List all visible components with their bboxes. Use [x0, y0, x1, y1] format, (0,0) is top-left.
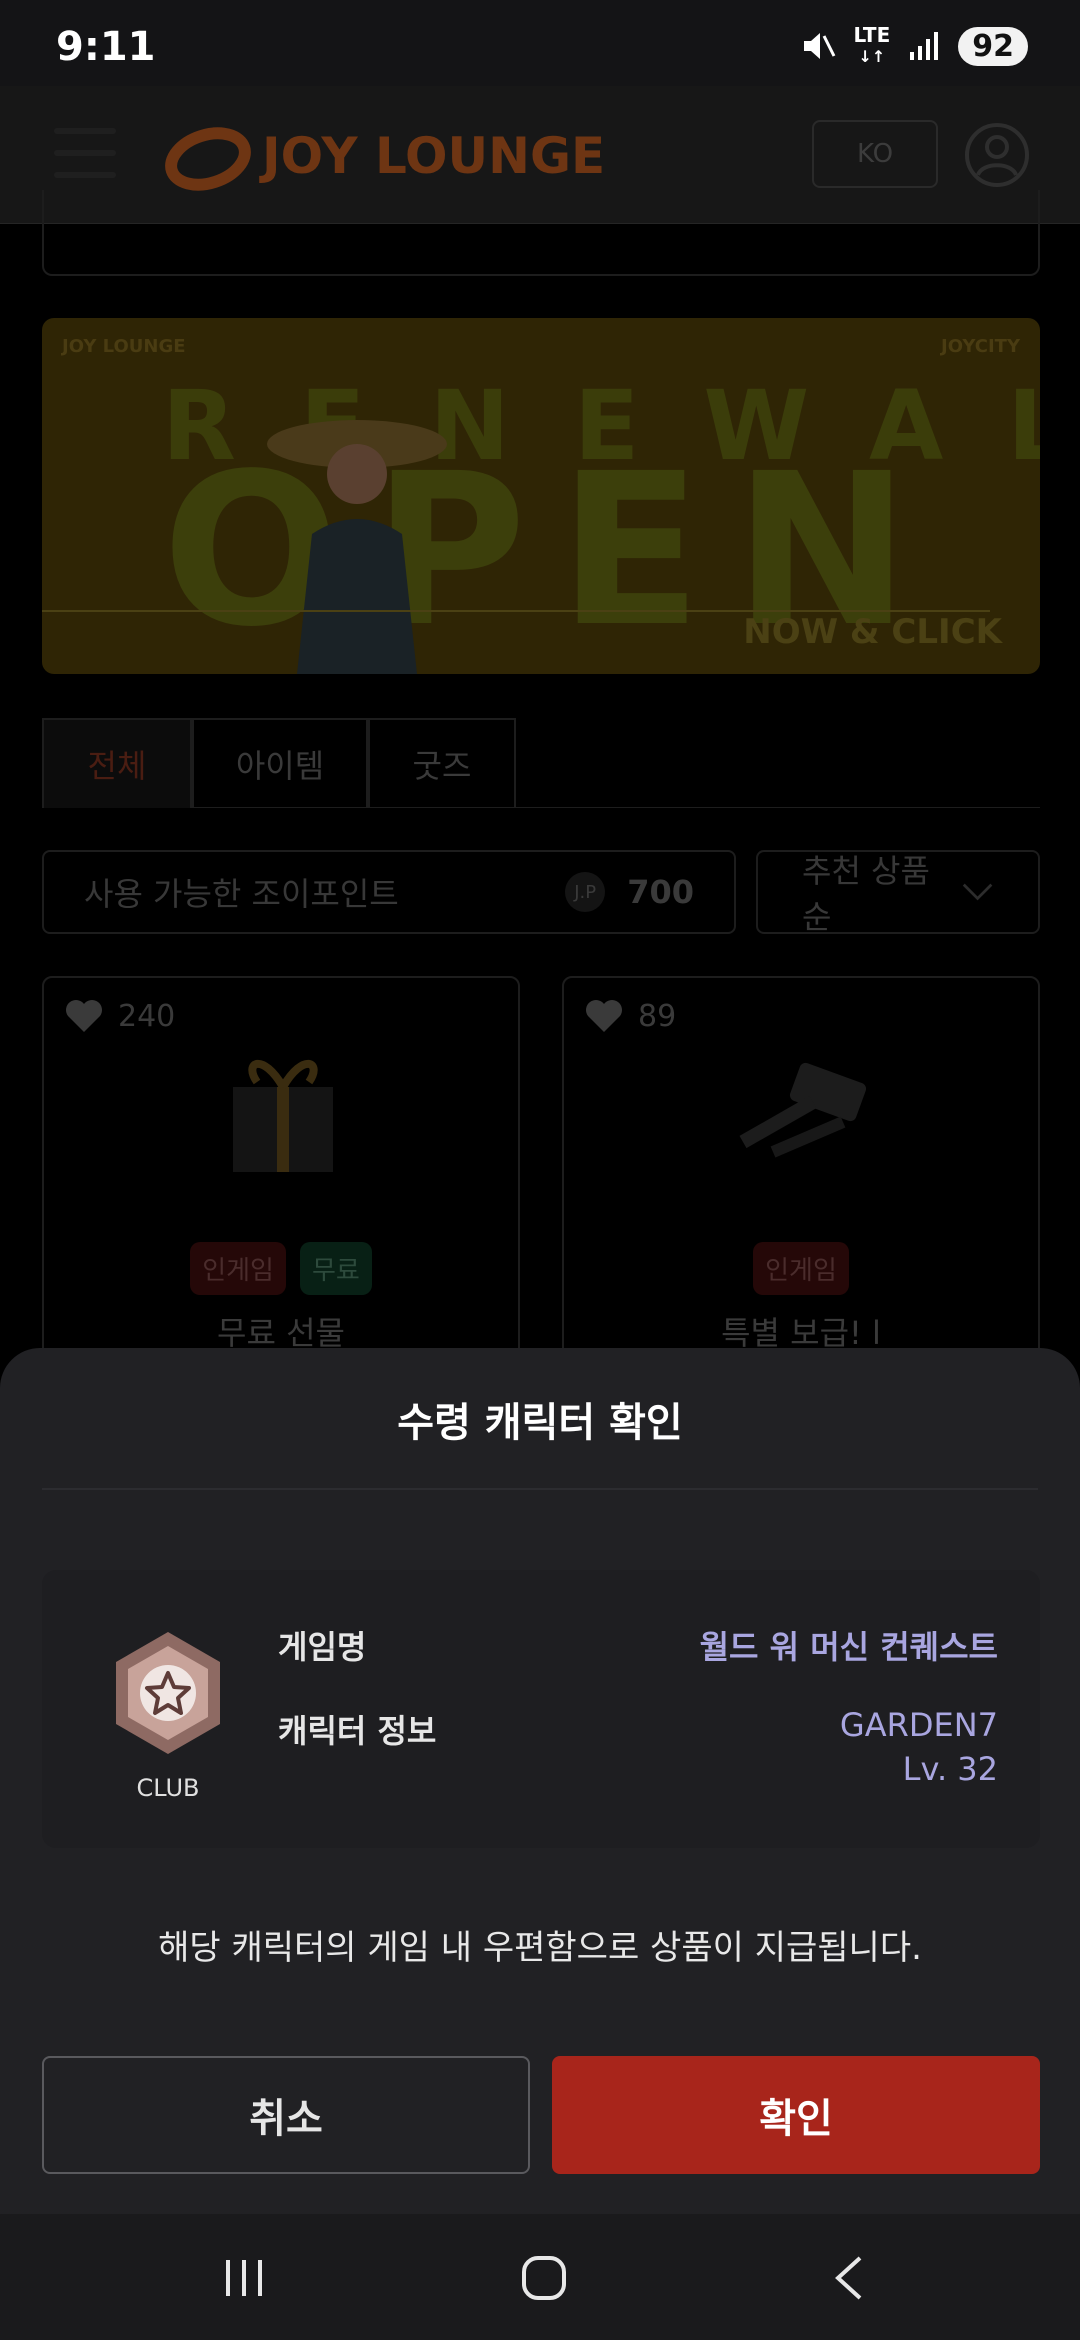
recent-apps-icon[interactable] [214, 2250, 274, 2306]
banner-brand-right: JOYCITY [941, 336, 1020, 357]
back-icon[interactable] [820, 2250, 880, 2306]
badge-ingame: 인게임 [753, 1242, 849, 1295]
product-card[interactable]: 89 인게임 특별 보급! l [562, 976, 1040, 1376]
tab-items[interactable]: 아이템 [192, 718, 368, 808]
joypoint-value: 700 [627, 873, 694, 911]
gift-box-image [233, 1059, 333, 1172]
profile-icon[interactable] [964, 122, 1030, 188]
sort-label: 추천 상품순 [802, 852, 930, 936]
character-level-value: Lv. 32 [902, 1750, 998, 1788]
home-icon[interactable] [514, 2250, 574, 2306]
character-info-card: CLUB 게임명 월드 워 머신 컨퀘스트 캐릭터 정보 GARDEN7 Lv.… [42, 1570, 1040, 1848]
delivery-notice: 해당 캐릭터의 게임 내 우편함으로 상품이 지급됩니다. [158, 1928, 922, 1968]
confirm-button[interactable]: 확인 [552, 2056, 1040, 2174]
cancel-button[interactable]: 취소 [42, 2056, 530, 2174]
joypoint-label: 사용 가능한 조이포인트 [84, 875, 399, 913]
heart-icon[interactable] [64, 998, 104, 1034]
status-time: 9:11 [56, 24, 156, 70]
badge-group: 인게임 [564, 1242, 1038, 1295]
club-grade-label: CLUB [136, 1774, 200, 1802]
badge-free: 무료 [299, 1242, 372, 1295]
game-name-value: 월드 워 머신 컨퀘스트 [699, 1628, 998, 1666]
badge-ingame: 인게임 [190, 1242, 286, 1295]
like-count-value: 89 [638, 998, 677, 1034]
character-confirm-sheet: 수령 캐릭터 확인 CLUB 게임명 월드 워 머신 컨퀘스트 캐릭터 정보 G… [0, 1348, 1080, 2214]
logo-text: JOY LOUNGE [262, 127, 606, 185]
sort-dropdown[interactable]: 추천 상품순 [756, 850, 1040, 936]
signal-icon [910, 32, 939, 60]
character-name-value: GARDEN7 [839, 1706, 998, 1744]
status-icons: LTE ↓↑ 92 [800, 23, 1028, 66]
sheet-divider [42, 1488, 1038, 1490]
renewal-banner[interactable]: JOY LOUNGE JOYCITY RENEWAL OPEN NOW & CL… [42, 318, 1040, 674]
network-type: LTE ↓↑ [853, 23, 891, 66]
like-count: 89 [584, 998, 676, 1034]
club-grade-icon [116, 1632, 220, 1754]
system-nav-bar [0, 2214, 1080, 2340]
tab-all[interactable]: 전체 [42, 718, 192, 808]
game-name-label: 게임명 [278, 1628, 367, 1666]
like-count: 240 [64, 998, 175, 1034]
product-card[interactable]: 240 인게임 무료 무료 선물 [42, 976, 520, 1376]
logo[interactable]: JOY LOUNGE [164, 116, 605, 196]
sheet-title: 수령 캐릭터 확인 [397, 1400, 683, 1446]
status-bar: 9:11 LTE ↓↑ 92 [0, 0, 1080, 86]
like-count-value: 240 [118, 998, 176, 1034]
battery-indicator: 92 [958, 26, 1028, 66]
logo-mark-icon [165, 127, 251, 191]
badge-group: 인게임 무료 [44, 1242, 518, 1295]
menu-icon[interactable] [54, 128, 116, 182]
mute-icon [803, 33, 835, 59]
category-tabs: 전체 아이템 굿즈 [42, 718, 1040, 808]
jp-coin-icon: J.P [565, 872, 606, 912]
keys-image [739, 1062, 867, 1158]
language-button[interactable]: KO [812, 120, 938, 188]
joypoint-balance: 사용 가능한 조이포인트 J.P 700 [42, 850, 736, 934]
heart-icon[interactable] [584, 998, 624, 1034]
game-select-dropdown[interactable] [42, 190, 1040, 276]
banner-brand-left: JOY LOUNGE [62, 336, 186, 357]
banner-cta: NOW & CLICK [743, 612, 1002, 652]
chevron-down-icon [962, 883, 993, 901]
tab-goods[interactable]: 굿즈 [368, 718, 516, 808]
character-info-label: 캐릭터 정보 [278, 1712, 437, 1750]
banner-model-image [267, 420, 447, 674]
